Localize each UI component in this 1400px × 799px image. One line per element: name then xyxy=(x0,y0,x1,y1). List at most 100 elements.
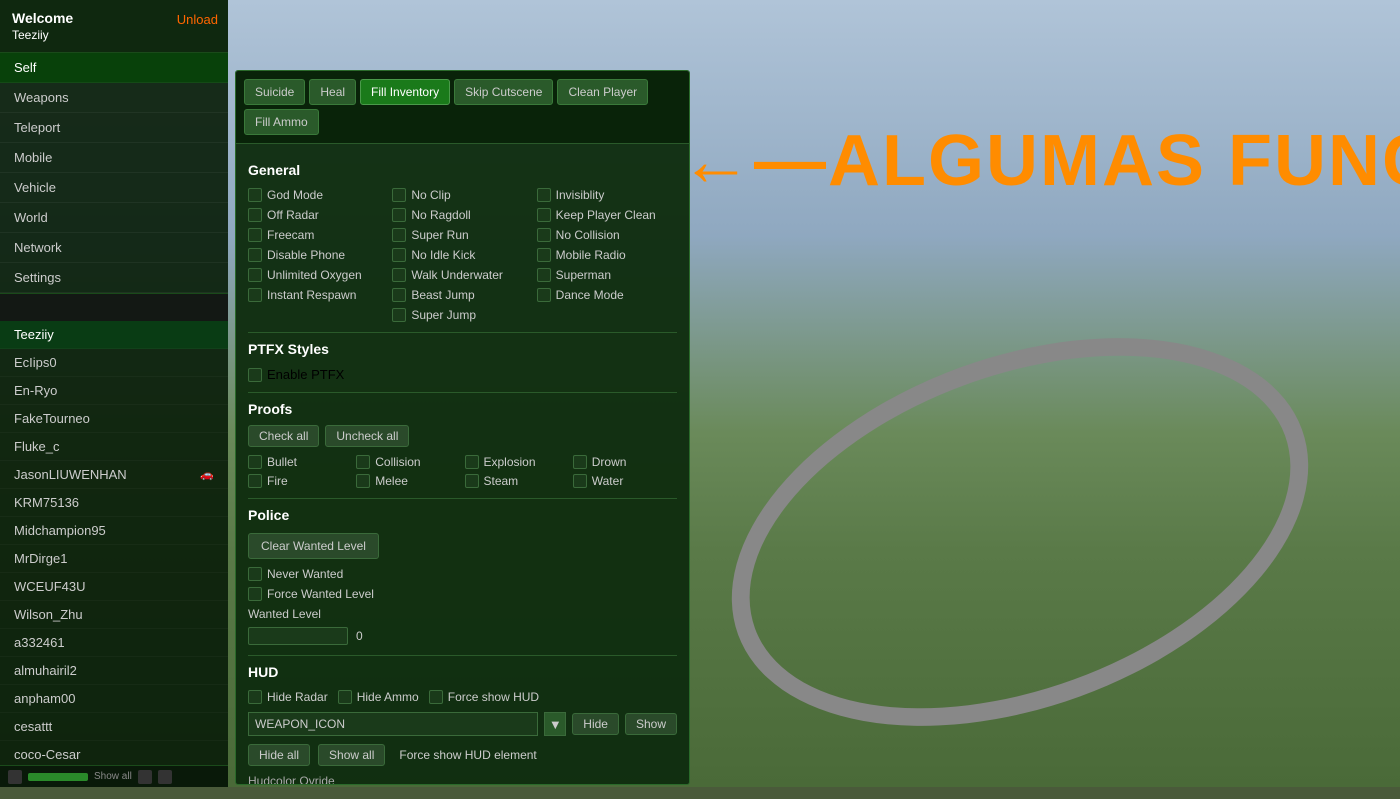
proof-checkbox[interactable] xyxy=(248,474,262,488)
toggle-checkbox[interactable] xyxy=(248,268,262,282)
proof-collision[interactable]: Collision xyxy=(356,455,460,469)
tab-skip-cutscene[interactable]: Skip Cutscene xyxy=(454,79,553,105)
nav-item-vehicle[interactable]: Vehicle xyxy=(0,173,228,203)
toggle-super-run[interactable]: Super Run xyxy=(392,228,532,242)
toggle-checkbox[interactable] xyxy=(537,268,551,282)
tab-heal[interactable]: Heal xyxy=(309,79,356,105)
toggle-checkbox[interactable] xyxy=(248,248,262,262)
proof-drown[interactable]: Drown xyxy=(573,455,677,469)
hud-dropdown[interactable]: WEAPON_ICON xyxy=(248,712,538,736)
force-show-hud-checkbox[interactable] xyxy=(429,690,443,704)
player-item[interactable]: Fluke_c xyxy=(0,433,228,461)
toggle-keep-player-clean[interactable]: Keep Player Clean xyxy=(537,208,677,222)
toggle-checkbox[interactable] xyxy=(248,188,262,202)
toggle-checkbox[interactable] xyxy=(392,308,406,322)
hud-hide-button[interactable]: Hide xyxy=(572,713,619,735)
player-item[interactable]: coco-Cesar xyxy=(0,741,228,765)
toggle-unlimited-oxygen[interactable]: Unlimited Oxygen xyxy=(248,268,388,282)
toggle-checkbox[interactable] xyxy=(392,188,406,202)
toggle-checkbox[interactable] xyxy=(392,248,406,262)
tab-fill-inventory[interactable]: Fill Inventory xyxy=(360,79,450,105)
never-wanted-toggle[interactable]: Never Wanted xyxy=(248,567,677,581)
player-item[interactable]: WCEUF43U xyxy=(0,573,228,601)
never-wanted-checkbox[interactable] xyxy=(248,567,262,581)
toggle-checkbox[interactable] xyxy=(248,228,262,242)
player-item[interactable]: a332461 xyxy=(0,629,228,657)
proof-explosion[interactable]: Explosion xyxy=(465,455,569,469)
toggle-no-clip[interactable]: No Clip xyxy=(392,188,532,202)
hide-all-button[interactable]: Hide all xyxy=(248,744,310,766)
nav-item-self[interactable]: Self xyxy=(0,53,228,83)
toggle-super-jump[interactable]: Super Jump xyxy=(392,308,532,322)
hide-radar-checkbox[interactable] xyxy=(248,690,262,704)
toggle-no-collision[interactable]: No Collision xyxy=(537,228,677,242)
wanted-slider[interactable] xyxy=(248,627,348,645)
toggle-checkbox[interactable] xyxy=(392,228,406,242)
hud-show-button[interactable]: Show xyxy=(625,713,677,735)
toggle-disable-phone[interactable]: Disable Phone xyxy=(248,248,388,262)
player-item[interactable]: EcIips0 xyxy=(0,349,228,377)
player-item[interactable]: FakeTourneo xyxy=(0,405,228,433)
player-item[interactable]: JasonLIUWENHAN 🚗 xyxy=(0,461,228,489)
unload-button[interactable]: Unload xyxy=(177,12,218,27)
show-all-label[interactable]: Show all xyxy=(94,771,132,782)
nav-item-mobile[interactable]: Mobile xyxy=(0,143,228,173)
player-item[interactable]: cesattt xyxy=(0,713,228,741)
proof-checkbox[interactable] xyxy=(356,474,370,488)
proof-checkbox[interactable] xyxy=(465,455,479,469)
nav-item-teleport[interactable]: Teleport xyxy=(0,113,228,143)
toggle-checkbox[interactable] xyxy=(392,288,406,302)
nav-item-world[interactable]: World xyxy=(0,203,228,233)
toggle-checkbox[interactable] xyxy=(392,208,406,222)
player-item[interactable]: Teeziiy xyxy=(0,321,228,349)
toggle-dance-mode[interactable]: Dance Mode xyxy=(537,288,677,302)
player-item[interactable]: MrDirge1 xyxy=(0,545,228,573)
toggle-walk-underwater[interactable]: Walk Underwater xyxy=(392,268,532,282)
toggle-checkbox[interactable] xyxy=(537,188,551,202)
toggle-freecam[interactable]: Freecam xyxy=(248,228,388,242)
proof-checkbox[interactable] xyxy=(465,474,479,488)
dropdown-arrow-icon[interactable]: ▼ xyxy=(544,712,566,736)
player-item[interactable]: KRM75136 xyxy=(0,489,228,517)
toggle-beast-jump[interactable]: Beast Jump xyxy=(392,288,532,302)
proof-steam[interactable]: Steam xyxy=(465,474,569,488)
check-all-button[interactable]: Check all xyxy=(248,425,319,447)
player-item[interactable]: Midchampion95 xyxy=(0,517,228,545)
ptfx-toggle-checkbox[interactable] xyxy=(248,368,262,382)
toggle-checkbox[interactable] xyxy=(537,208,551,222)
toggle-mobile-radio[interactable]: Mobile Radio xyxy=(537,248,677,262)
proof-checkbox[interactable] xyxy=(248,455,262,469)
toggle-checkbox[interactable] xyxy=(537,228,551,242)
toggle-checkbox[interactable] xyxy=(248,288,262,302)
hide-ammo-checkbox[interactable] xyxy=(338,690,352,704)
tab-suicide[interactable]: Suicide xyxy=(244,79,305,105)
player-item[interactable]: almuhairil2 xyxy=(0,657,228,685)
toggle-instant-respawn[interactable]: Instant Respawn xyxy=(248,288,388,302)
player-item[interactable]: En-Ryo xyxy=(0,377,228,405)
player-item[interactable]: Wilson_Zhu xyxy=(0,601,228,629)
uncheck-all-button[interactable]: Uncheck all xyxy=(325,425,409,447)
hide-radar-toggle[interactable]: Hide Radar xyxy=(248,690,328,704)
proof-checkbox[interactable] xyxy=(356,455,370,469)
nav-item-settings[interactable]: Settings xyxy=(0,263,228,293)
nav-item-weapons[interactable]: Weapons xyxy=(0,83,228,113)
toggle-no-idle-kick[interactable]: No Idle Kick xyxy=(392,248,532,262)
proof-bullet[interactable]: Bullet xyxy=(248,455,352,469)
toggle-checkbox[interactable] xyxy=(248,208,262,222)
hide-ammo-toggle[interactable]: Hide Ammo xyxy=(338,690,419,704)
show-all-button[interactable]: Show all xyxy=(318,744,385,766)
nav-item-network[interactable]: Network xyxy=(0,233,228,263)
proof-fire[interactable]: Fire xyxy=(248,474,352,488)
toggle-checkbox[interactable] xyxy=(537,248,551,262)
toggle-no-ragdoll[interactable]: No Ragdoll xyxy=(392,208,532,222)
proof-checkbox[interactable] xyxy=(573,474,587,488)
toggle-checkbox[interactable] xyxy=(537,288,551,302)
toggle-superman[interactable]: Superman xyxy=(537,268,677,282)
proof-water[interactable]: Water xyxy=(573,474,677,488)
force-wanted-toggle[interactable]: Force Wanted Level xyxy=(248,587,677,601)
proof-melee[interactable]: Melee xyxy=(356,474,460,488)
tab-fill-ammo[interactable]: Fill Ammo xyxy=(244,109,319,135)
tab-clean-player[interactable]: Clean Player xyxy=(557,79,648,105)
proof-checkbox[interactable] xyxy=(573,455,587,469)
toggle-god-mode[interactable]: God Mode xyxy=(248,188,388,202)
